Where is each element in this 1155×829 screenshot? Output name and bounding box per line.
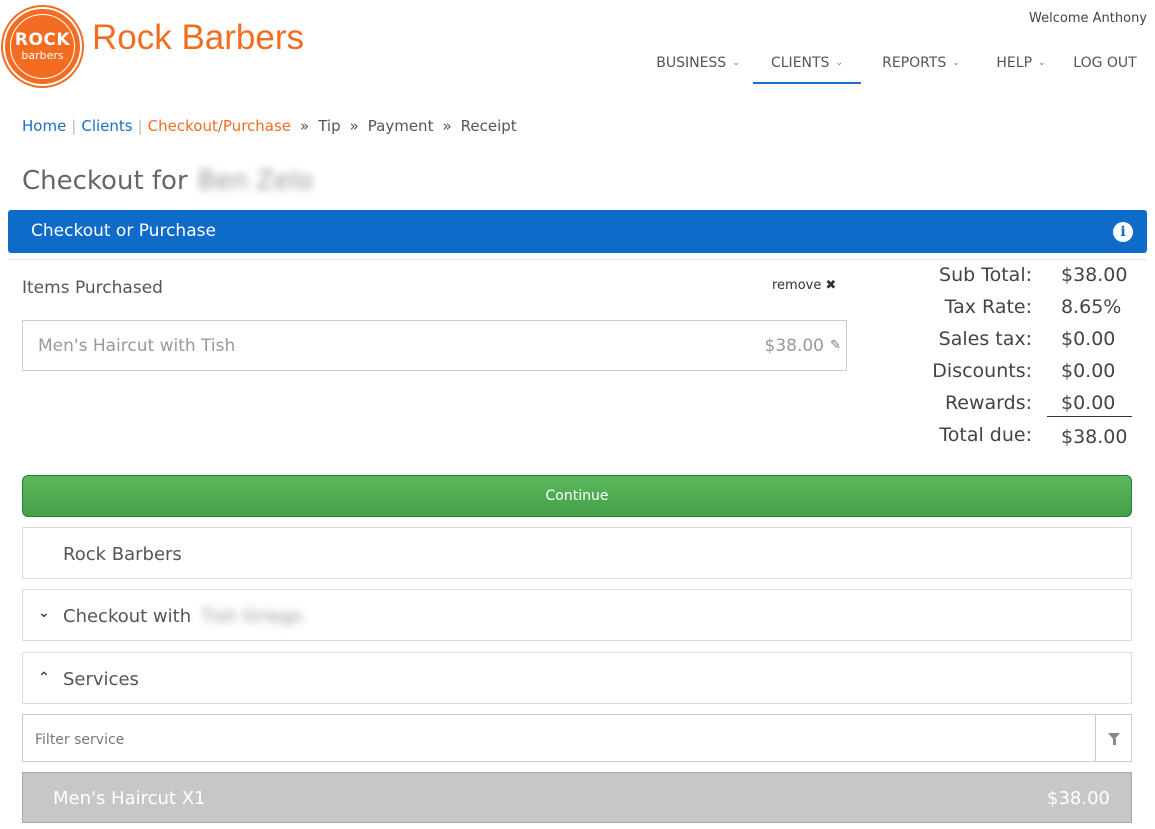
breadcrumb: Home | Clients | Checkout/Purchase» Tip» Payme…: [22, 117, 517, 135]
breadcrumb-step-receipt: Receipt: [460, 117, 517, 135]
total-due-row: Total due: $38.00: [900, 424, 1140, 456]
welcome-text: Welcome Anthony: [1029, 11, 1147, 26]
chevron-down-icon: ⌄: [952, 58, 960, 68]
tax-rate-row: Tax Rate: 8.65%: [900, 296, 1140, 328]
filter-service-input[interactable]: Filter service: [22, 714, 1132, 762]
pencil-icon[interactable]: ✎: [830, 338, 841, 353]
chevron-down-icon: ⌄: [835, 58, 843, 68]
close-icon: ✖: [825, 278, 837, 293]
nav-business[interactable]: BUSINESS ⌄: [654, 44, 742, 84]
breadcrumb-arrow-icon: »: [442, 117, 452, 135]
rewards-value: $0.00: [1047, 392, 1132, 417]
chevron-down-icon: ⌄: [732, 58, 740, 68]
filter-icon-stem: [1113, 739, 1116, 745]
items-purchased-label: Items Purchased: [22, 278, 163, 298]
filter-button[interactable]: [1095, 715, 1131, 761]
discounts-label: Discounts:: [932, 360, 1032, 382]
breadcrumb-arrow-icon: »: [300, 117, 310, 135]
remove-button[interactable]: remove ✖: [772, 278, 836, 293]
nav-clients-label: CLIENTS: [770, 55, 830, 71]
divider: [8, 259, 1147, 260]
stylist-name: Tish Griego: [200, 606, 303, 627]
breadcrumb-clients[interactable]: Clients: [81, 117, 132, 135]
chevron-down-icon: ⌄: [38, 605, 50, 621]
breadcrumb-home[interactable]: Home: [22, 117, 66, 135]
sales-tax-label: Sales tax:: [938, 328, 1032, 350]
nav-clients[interactable]: CLIENTS ⌄: [753, 44, 861, 84]
checkout-panel-header: Checkout or Purchase i: [8, 210, 1147, 253]
nav-reports-label: REPORTS: [882, 55, 947, 71]
service-price: $38.00: [1047, 788, 1110, 809]
total-due-label: Total due:: [939, 424, 1032, 446]
breadcrumb-step-payment: Payment: [367, 117, 434, 135]
info-icon[interactable]: i: [1113, 222, 1133, 242]
service-item[interactable]: Men's Haircut X1 $38.00: [22, 772, 1132, 823]
continue-button[interactable]: Continue: [22, 475, 1132, 517]
service-name: Men's Haircut X1: [53, 788, 206, 809]
chevron-down-icon: ⌄: [1038, 58, 1046, 68]
discounts-value: $0.00: [1061, 360, 1116, 382]
filter-placeholder: Filter service: [35, 732, 125, 748]
location-label: Rock Barbers: [63, 544, 182, 565]
checkout-with-section[interactable]: ⌄ Checkout with Tish Griego: [22, 589, 1132, 641]
nav-reports[interactable]: REPORTS ⌄: [879, 44, 963, 84]
rewards-row: Rewards: $0.00: [900, 392, 1140, 424]
tax-rate-label: Tax Rate:: [944, 296, 1032, 318]
nav-help[interactable]: HELP ⌄: [992, 44, 1050, 84]
breadcrumb-arrow-icon: »: [349, 117, 359, 135]
rewards-label: Rewards:: [944, 392, 1032, 414]
location-section[interactable]: Rock Barbers: [22, 527, 1132, 579]
panel-title: Checkout or Purchase: [31, 221, 216, 241]
nav-business-label: BUSINESS: [656, 55, 727, 71]
tax-rate-value: 8.65%: [1061, 296, 1122, 318]
breadcrumb-separator: |: [71, 117, 77, 135]
page-title: Checkout for Ben Zelo: [22, 166, 313, 196]
page-title-text: Checkout for: [22, 166, 188, 196]
breadcrumb-step-tip: Tip: [318, 117, 341, 135]
remove-label: remove: [772, 278, 822, 293]
discounts-row: Discounts: $0.00: [900, 360, 1140, 392]
totals-summary: Sub Total: $38.00 Tax Rate: 8.65% Sales …: [900, 264, 1140, 456]
breadcrumb-separator: |: [137, 117, 143, 135]
checkout-with-label: Checkout with Tish Griego: [63, 606, 303, 627]
subtotal-value: $38.00: [1061, 264, 1128, 286]
purchased-item-name: Men's Haircut with Tish: [38, 336, 236, 356]
checkout-with-text: Checkout with: [63, 606, 192, 627]
services-section[interactable]: ⌃ Services: [22, 652, 1132, 704]
subtotal-label: Sub Total:: [939, 264, 1032, 286]
services-label: Services: [63, 669, 139, 690]
sales-tax-value: $0.00: [1061, 328, 1116, 350]
main-nav: BUSINESS ⌄ CLIENTS ⌄ REPORTS ⌄ HELP ⌄ LOG OU…: [0, 44, 1155, 84]
subtotal-row: Sub Total: $38.00: [900, 264, 1140, 296]
breadcrumb-current: Checkout/Purchase: [147, 117, 292, 135]
purchased-item-price: $38.00: [764, 336, 824, 356]
sales-tax-row: Sales tax: $0.00: [900, 328, 1140, 360]
chevron-up-icon: ⌃: [38, 670, 50, 686]
client-name: Ben Zelo: [197, 166, 314, 196]
nav-help-label: HELP: [996, 55, 1033, 71]
purchased-item[interactable]: Men's Haircut with Tish $38.00 ✎: [22, 320, 847, 371]
nav-logout[interactable]: LOG OUT: [1070, 44, 1140, 84]
total-due-value: $38.00: [1061, 426, 1128, 448]
